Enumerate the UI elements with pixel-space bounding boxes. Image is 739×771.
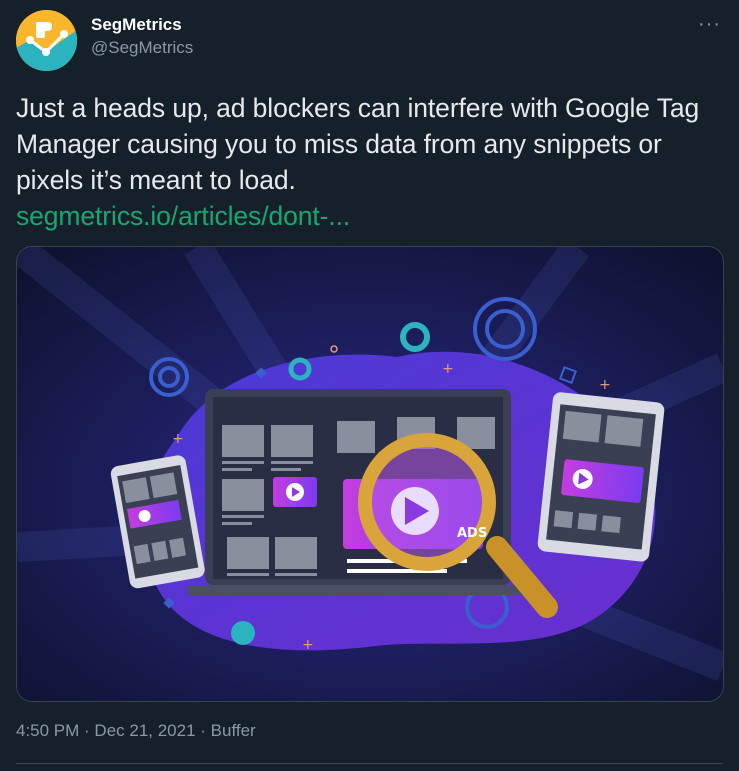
meta-separator: ·	[195, 721, 211, 740]
tweet-link[interactable]: segmetrics.io/articles/dont-...	[16, 198, 726, 234]
author-handle[interactable]: @SegMetrics	[91, 36, 193, 60]
svg-text:+: +	[442, 361, 454, 377]
tweet-source[interactable]: Buffer	[211, 721, 256, 740]
svg-text:+: +	[599, 377, 611, 393]
tweet-body: Just a heads up, ad blockers can interfe…	[16, 93, 700, 195]
ad-blocker-illustration: + + + + ADS	[17, 247, 723, 701]
tweet-metadata: 4:50 PM · Dec 21, 2021 · Buffer	[16, 721, 256, 741]
tweet-time[interactable]: 4:50 PM	[16, 721, 79, 740]
author-block[interactable]: SegMetrics @SegMetrics	[91, 14, 193, 60]
tweet-text: Just a heads up, ad blockers can interfe…	[16, 90, 726, 234]
svg-text:+: +	[302, 637, 314, 653]
segmetrics-logo-icon	[16, 10, 77, 71]
tweet-date[interactable]: Dec 21, 2021	[94, 721, 195, 740]
avatar[interactable]	[16, 10, 77, 71]
author-name[interactable]: SegMetrics	[91, 14, 193, 36]
svg-text:+: +	[172, 431, 184, 447]
meta-separator: ·	[79, 721, 95, 740]
tweet-media-image[interactable]: + + + + ADS	[16, 246, 724, 702]
ad-label-large: ADS	[457, 526, 487, 541]
more-options-icon[interactable]: ···	[698, 14, 721, 34]
divider	[16, 763, 723, 764]
